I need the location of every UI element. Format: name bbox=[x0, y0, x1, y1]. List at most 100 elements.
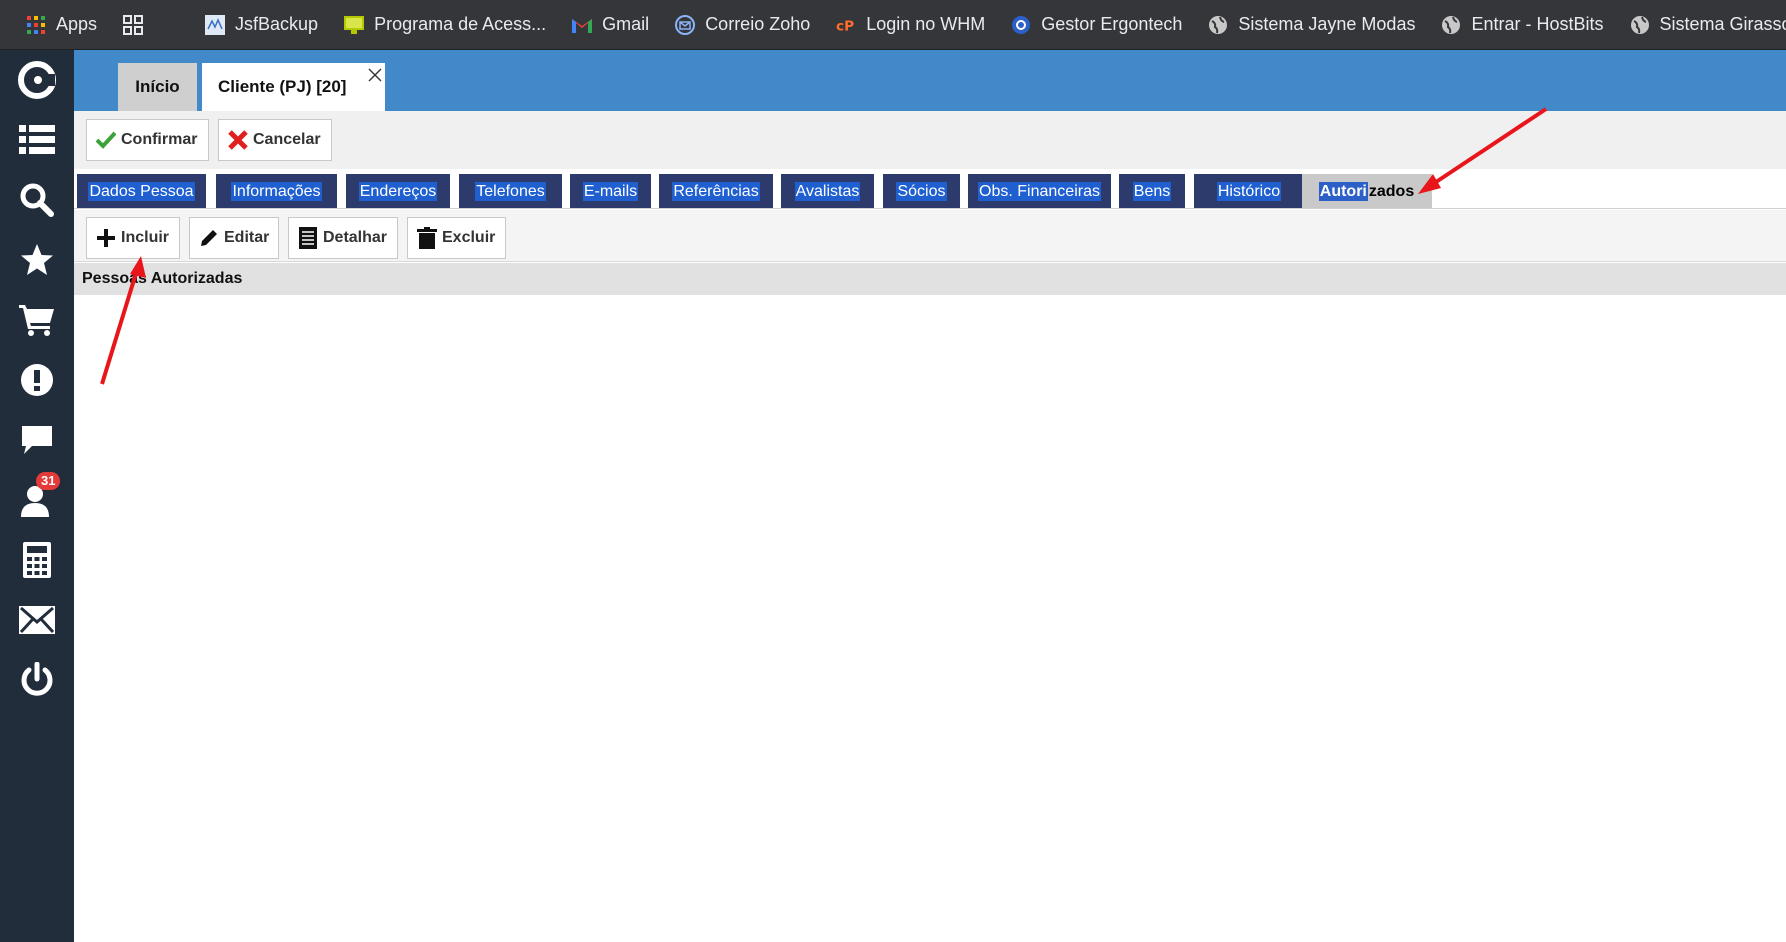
power-icon[interactable] bbox=[0, 650, 74, 710]
checkmark-icon bbox=[95, 129, 117, 151]
star-icon[interactable] bbox=[0, 230, 74, 290]
list-toolbar: Incluir Editar Detalhar Excluir bbox=[74, 210, 1786, 262]
bookmark-girassol[interactable]: Sistema Girassol bbox=[1630, 14, 1786, 35]
subtab-label: Avalistas bbox=[794, 181, 861, 201]
button-label: Cancelar bbox=[253, 131, 321, 148]
button-label: Confirmar bbox=[121, 131, 198, 148]
bookmark-jsfbackup[interactable]: JsfBackup bbox=[205, 14, 318, 35]
tab-historico[interactable]: Histórico bbox=[1194, 174, 1304, 208]
globe-icon bbox=[1441, 15, 1461, 35]
list-icon[interactable] bbox=[0, 110, 74, 170]
pencil-icon bbox=[198, 227, 220, 249]
edit-button[interactable]: Editar bbox=[189, 217, 279, 259]
tab-label: Início bbox=[135, 77, 180, 96]
grid-icon bbox=[123, 14, 144, 35]
logo-icon[interactable] bbox=[0, 50, 74, 110]
main-area: Início Cliente (PJ) [20] Confirmar Cance… bbox=[74, 50, 1786, 942]
bookmarks-bar: Apps JsfBackup Programa de Acess... Gmai… bbox=[0, 0, 1786, 50]
globe-icon bbox=[1630, 15, 1650, 35]
top-tab-bar: Início Cliente (PJ) [20] bbox=[74, 50, 1786, 111]
record-subtabs: Dados Pessoa Informações Endereços Telef… bbox=[74, 169, 1786, 209]
plus-icon bbox=[95, 227, 117, 249]
trash-icon bbox=[416, 227, 438, 249]
tab-avalistas[interactable]: Avalistas bbox=[781, 174, 874, 208]
button-label: Excluir bbox=[442, 229, 496, 246]
bookmark-label: Sistema Jayne Modas bbox=[1238, 14, 1416, 34]
bookmark-label: JsfBackup bbox=[235, 14, 319, 34]
cpanel-icon: cP bbox=[836, 15, 856, 35]
bookmark-zoho[interactable]: Correio Zoho bbox=[675, 14, 810, 35]
include-button[interactable]: Incluir bbox=[86, 217, 180, 259]
subtab-label: Obs. Financeiras bbox=[978, 181, 1101, 201]
tab-inicio[interactable]: Início bbox=[118, 63, 197, 111]
tab-label: Cliente (PJ) [20] bbox=[218, 77, 347, 96]
chat-icon[interactable] bbox=[0, 410, 74, 470]
monitor-icon bbox=[344, 15, 365, 35]
button-label: Incluir bbox=[121, 229, 170, 246]
button-label: Editar bbox=[224, 229, 270, 246]
bookmark-label: Gmail bbox=[602, 14, 650, 34]
bookmark-label: Gestor Ergontech bbox=[1041, 14, 1183, 34]
close-icon[interactable] bbox=[368, 67, 382, 87]
subtab-label-rest: zados bbox=[1368, 182, 1415, 200]
detail-button[interactable]: Detalhar bbox=[288, 217, 398, 259]
subtab-label-selected: Autori bbox=[1318, 181, 1368, 201]
bookmark-hostbits[interactable]: Entrar - HostBits bbox=[1441, 14, 1604, 35]
tab-groups-button[interactable] bbox=[123, 14, 153, 35]
subtab-label: Dados Pessoa bbox=[88, 181, 195, 201]
x-icon bbox=[227, 129, 249, 151]
button-label: Detalhar bbox=[323, 229, 388, 246]
delete-button[interactable]: Excluir bbox=[407, 217, 506, 259]
tab-telefones[interactable]: Telefones bbox=[459, 174, 562, 208]
section-title: Pessoas Autorizadas bbox=[74, 263, 1786, 295]
alert-icon[interactable] bbox=[0, 350, 74, 410]
bookmark-apps[interactable]: Apps bbox=[26, 14, 97, 35]
subtab-label: Referências bbox=[672, 181, 760, 201]
notification-badge[interactable]: 31 bbox=[36, 472, 61, 490]
bookmark-label: Apps bbox=[56, 14, 98, 34]
bookmark-label: Entrar - HostBits bbox=[1471, 14, 1604, 34]
mail-icon[interactable] bbox=[0, 590, 74, 650]
cancel-button[interactable]: Cancelar bbox=[218, 119, 332, 161]
bookmark-label: Correio Zoho bbox=[705, 14, 811, 34]
bookmark-label: Sistema Girassol bbox=[1659, 14, 1786, 34]
tab-informacoes[interactable]: Informações bbox=[216, 174, 337, 208]
search-icon[interactable] bbox=[0, 170, 74, 230]
jsfbackup-icon bbox=[205, 14, 226, 35]
bookmark-label: Programa de Acess... bbox=[374, 14, 547, 34]
calculator-icon[interactable] bbox=[0, 530, 74, 590]
tab-emails[interactable]: E-mails bbox=[570, 174, 651, 208]
zoho-mail-icon bbox=[675, 14, 696, 35]
subtab-label: Informações bbox=[231, 181, 322, 201]
tab-socios[interactable]: Sócios bbox=[883, 174, 960, 208]
bookmark-gmail[interactable]: Gmail bbox=[572, 14, 649, 35]
tab-dados-pessoa[interactable]: Dados Pessoa bbox=[77, 174, 206, 208]
bookmark-whm[interactable]: cP Login no WHM bbox=[836, 14, 985, 35]
bookmark-jayne[interactable]: Sistema Jayne Modas bbox=[1208, 14, 1415, 35]
globe-icon bbox=[1208, 15, 1228, 35]
svg-text:cP: cP bbox=[836, 18, 854, 34]
tab-enderecos[interactable]: Endereços bbox=[346, 174, 450, 208]
bookmark-programa[interactable]: Programa de Acess... bbox=[344, 14, 546, 35]
document-icon bbox=[297, 227, 319, 249]
left-sidebar: 31 bbox=[0, 50, 74, 942]
tab-autorizados[interactable]: Autori zados bbox=[1302, 174, 1432, 208]
ergontech-icon bbox=[1011, 15, 1031, 35]
tab-cliente[interactable]: Cliente (PJ) [20] bbox=[202, 63, 385, 111]
action-bar: Confirmar Cancelar bbox=[74, 111, 1786, 169]
subtab-label: Telefones bbox=[475, 181, 546, 201]
apps-grid-icon bbox=[26, 15, 46, 35]
bookmark-ergontech[interactable]: Gestor Ergontech bbox=[1011, 14, 1182, 35]
tab-bens[interactable]: Bens bbox=[1119, 174, 1185, 208]
tab-obs-financeiras[interactable]: Obs. Financeiras bbox=[968, 174, 1111, 208]
gmail-icon bbox=[572, 15, 593, 35]
subtab-label: Endereços bbox=[358, 181, 438, 201]
confirm-button[interactable]: Confirmar bbox=[86, 119, 209, 161]
cart-icon[interactable] bbox=[0, 290, 74, 350]
user-icon[interactable]: 31 bbox=[0, 470, 74, 530]
subtab-label: Histórico bbox=[1216, 181, 1282, 201]
tab-referencias[interactable]: Referências bbox=[659, 174, 773, 208]
subtab-label: E-mails bbox=[582, 181, 639, 201]
section-title-text: Pessoas Autorizadas bbox=[82, 270, 243, 287]
subtab-label: Bens bbox=[1132, 181, 1172, 201]
